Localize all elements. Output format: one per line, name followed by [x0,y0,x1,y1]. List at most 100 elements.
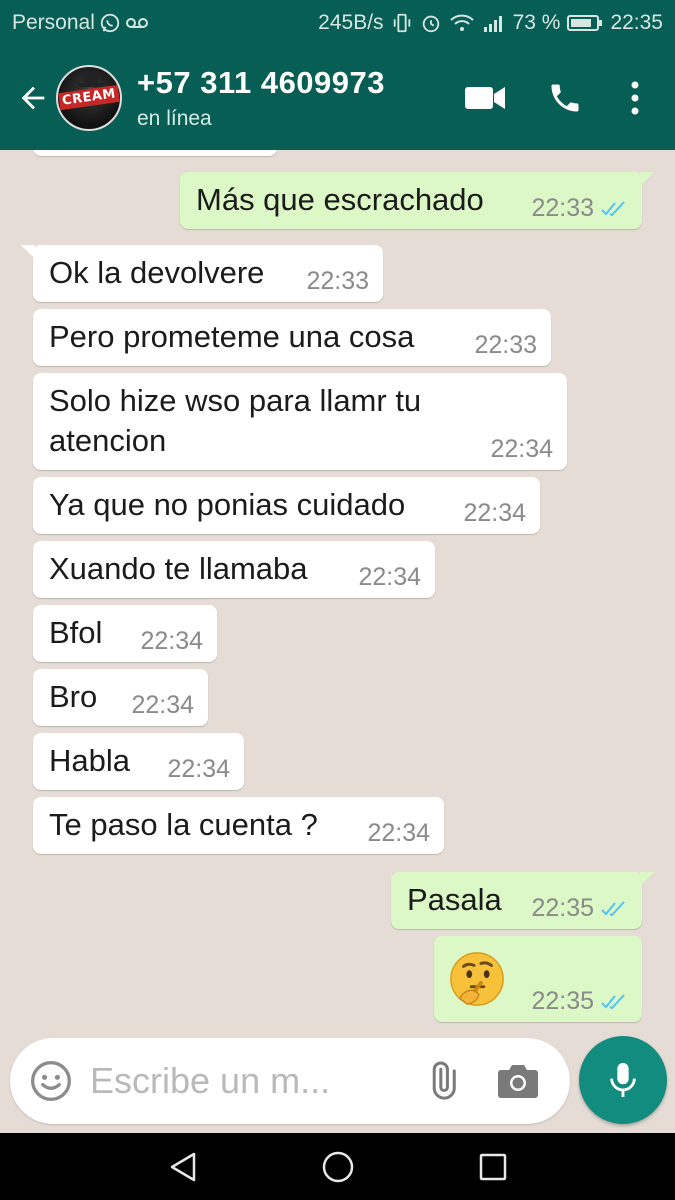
more-vert-icon [631,81,639,114]
status-left: Personal [12,11,149,35]
circle-home-icon [322,1151,353,1182]
message-text: Ok la devolvere [49,255,265,290]
status-right: 245B/s 73 % 22:35 [318,11,663,35]
message-text: Bro [49,679,98,714]
nav-home-button[interactable] [318,1147,358,1187]
message-meta: 22:34 [131,691,194,720]
video-camera-icon [465,86,505,109]
voice-call-button[interactable] [525,68,605,128]
attach-button[interactable] [414,1053,470,1109]
message-bubble-incoming[interactable]: Ok la devolvere 22:33 [21,245,383,302]
battery-percent: 73 % [512,10,561,34]
thinking-face-emoji-icon [450,952,504,1006]
message-bubble-incoming[interactable]: Solo hize wso para llamr tu atencion 22:… [33,373,567,470]
back-button[interactable] [10,68,56,128]
message-text: Pero prometeme una cosa [49,319,415,354]
battery-icon [567,14,603,32]
triangle-back-icon [170,1152,195,1181]
message-time: 22:33 [474,331,537,359]
bubble-tail [640,872,654,886]
double-check-read-icon [601,900,625,916]
whatsapp-notification-icon [99,12,121,34]
wifi-icon [449,12,475,34]
message-time: 22:34 [358,563,421,591]
bubble-tail [21,245,35,259]
status-bar: Personal 245B/s 73 % 22:35 [0,0,675,45]
signal-icon [482,13,506,33]
message-time: 22:33 [531,194,594,222]
voice-record-button[interactable] [579,1036,667,1124]
message-text: Bfol [49,615,103,650]
message-meta: 22:34 [358,563,421,592]
message-bubble-incoming[interactable]: Pero prometeme una cosa 22:33 [33,309,551,366]
message-bubble-partial [33,150,277,156]
double-check-read-icon [601,200,625,216]
nav-back-button[interactable] [163,1147,203,1187]
message-meta: 22:34 [140,627,203,656]
arrow-left-icon [21,86,45,109]
message-bubble-incoming[interactable]: Ya que no ponias cuidado 22:34 [33,477,540,534]
vibrate-icon [391,12,413,34]
message-line: atencion [49,423,167,458]
message-input[interactable] [90,1060,410,1102]
message-time: 22:34 [367,819,430,847]
voicemail-icon [125,16,149,30]
message-text: Ya que no ponias cuidado [49,487,406,522]
message-time: 22:35 [531,987,594,1015]
avatar[interactable]: CREAM [56,64,122,131]
message-time: 22:33 [306,267,369,295]
message-bubble-incoming[interactable]: Xuando te llamaba 22:34 [33,541,435,598]
carrier-label: Personal [12,10,95,34]
contact-info[interactable]: +57 311 4609973 en línea [137,65,385,131]
composer [10,1038,570,1124]
header-actions [445,68,675,128]
message-text: Solo hize wso para llamr tu atencion [49,381,421,461]
alarm-icon [420,12,442,34]
camera-button[interactable] [490,1053,546,1109]
message-meta: 22:33 [306,267,369,296]
message-bubble-outgoing[interactable]: Más que escrachado 22:33 [180,172,654,229]
camera-icon [498,1065,538,1098]
message-meta: 22:35 [531,987,628,1016]
clock: 22:35 [610,10,663,34]
nav-recent-button[interactable] [473,1147,513,1187]
paperclip-icon [432,1061,456,1100]
message-bubble-incoming[interactable]: Bro 22:34 [33,669,208,726]
message-time: 22:34 [167,755,230,783]
message-bubble-incoming[interactable]: Bfol 22:34 [33,605,217,662]
menu-button[interactable] [605,68,665,128]
message-time: 22:34 [490,435,553,463]
message-list[interactable]: Más que escrachado 22:33 Ok la devolvere… [0,150,675,1030]
message-text: Te paso la cuenta ? [49,807,318,842]
message-meta: 22:34 [167,755,230,784]
message-text: Habla [49,743,130,778]
message-time: 22:34 [140,627,203,655]
message-text: Xuando te llamaba [49,551,308,586]
avatar-logo-text: CREAM [58,84,120,111]
message-bubble-outgoing[interactable]: Pasala 22:35 [391,872,654,929]
emoji-button[interactable] [22,1052,80,1110]
message-meta: 22:35 [531,894,628,923]
message-bubble-incoming[interactable]: Habla 22:34 [33,733,244,790]
message-meta: 22:34 [463,499,526,528]
phone-icon [551,84,579,111]
system-nav-bar [0,1133,675,1200]
message-bubble-outgoing[interactable]: 22:35 [434,936,642,1022]
message-bubble-incoming[interactable]: Te paso la cuenta ? 22:34 [33,797,444,854]
message-time: 22:35 [531,894,594,922]
net-speed: 245B/s [318,10,384,34]
double-check-read-icon [601,993,625,1009]
message-text: Pasala [407,882,502,917]
contact-status: en línea [137,106,212,130]
bubble-tail [640,172,654,186]
message-meta: 22:34 [490,435,553,464]
video-call-button[interactable] [445,68,525,128]
message-meta: 22:33 [531,194,628,223]
contact-name: +57 311 4609973 [137,64,386,100]
message-meta: 22:34 [367,819,430,848]
chat-header: CREAM +57 311 4609973 en línea [0,45,675,150]
message-line: Solo hize wso para llamr tu [49,383,422,418]
message-time: 22:34 [463,499,526,527]
square-recent-icon [479,1153,506,1180]
message-text: Más que escrachado [196,182,484,217]
